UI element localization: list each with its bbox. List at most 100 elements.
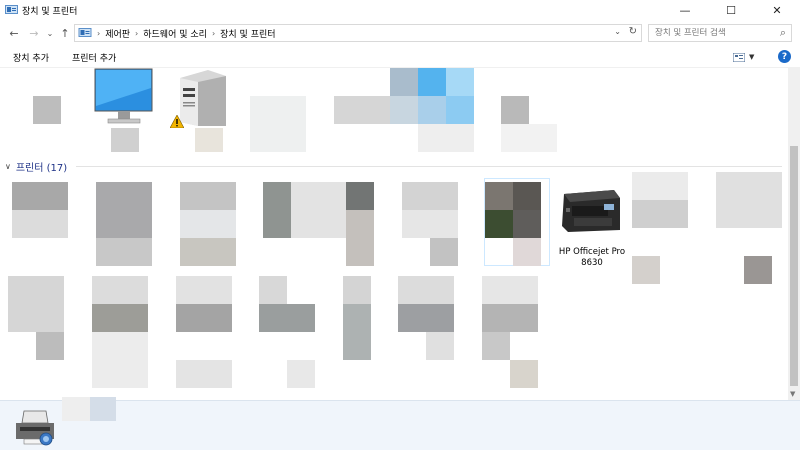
monitor-icon[interactable] (94, 68, 154, 126)
pixelated-device-tile (111, 128, 139, 152)
pixelated-printer-tile (513, 182, 541, 210)
close-button[interactable]: ✕ (754, 0, 800, 20)
address-bar[interactable]: › 제어판 › 하드웨어 및 소리 › 장치 및 프린터 ⌄ ↻ (74, 24, 642, 42)
printer-label[interactable]: HP Officejet Pro 8630 (554, 247, 630, 269)
chevron-down-icon: ∨ (5, 161, 11, 171)
pixelated-printer-tile (510, 360, 538, 388)
pixelated-printer-tile (180, 238, 236, 266)
search-input[interactable] (655, 28, 773, 38)
title-bar: 장치 및 프린터 — ☐ ✕ (0, 0, 800, 20)
pixelated-printer-tile (632, 256, 660, 284)
scrollbar-thumb[interactable] (790, 146, 798, 386)
pixelated-details-tile (90, 397, 116, 421)
breadcrumb-separator-icon: › (211, 28, 216, 38)
pixelated-printer-tile (513, 210, 541, 238)
breadcrumb-separator-icon: › (135, 28, 139, 38)
address-dropdown-icon[interactable]: ⌄ (614, 27, 621, 36)
pixelated-printer-tile (485, 182, 513, 210)
pixelated-printer-tile (485, 210, 513, 238)
devices-view: ∨ 프린터 (17) HP Officejet Pro 8630 (0, 68, 788, 400)
pixelated-printer-tile (291, 182, 347, 238)
search-icon[interactable]: ⌕ (780, 26, 786, 40)
up-arrow-icon: ↑ (60, 26, 70, 40)
pixelated-printer-tile (482, 276, 538, 304)
pixelated-device-tile (33, 96, 61, 124)
pixelated-printer-tile (287, 360, 315, 388)
details-pane (0, 397, 800, 450)
pixelated-printer-tile (259, 304, 315, 332)
pixelated-printer-tile (263, 182, 291, 238)
pixelated-printer-tile (343, 276, 371, 304)
view-options-icon (733, 52, 745, 62)
pixelated-printer-tile (176, 276, 232, 304)
pixelated-device-tile (418, 96, 446, 124)
computer-tower-icon[interactable] (178, 68, 228, 128)
view-options-button[interactable]: ▼ (733, 51, 759, 63)
pixelated-printer-tile (92, 276, 148, 304)
recent-locations-button[interactable]: ⌄ (42, 25, 58, 41)
group-divider (76, 166, 782, 167)
pixelated-printer-tile (430, 238, 458, 266)
pixelated-printer-tile (180, 210, 236, 238)
breadcrumb-devices-printers[interactable]: 장치 및 프린터 (220, 27, 275, 40)
pixelated-details-tile (62, 397, 90, 421)
pixelated-device-tile (390, 96, 418, 124)
maximize-icon: ☐ (726, 3, 736, 17)
forward-button[interactable]: → (26, 25, 42, 41)
search-box[interactable]: ⌕ (648, 24, 792, 42)
pixelated-device-tile (334, 96, 390, 124)
help-icon: ? (781, 51, 788, 62)
control-panel-icon (5, 5, 18, 14)
pixelated-printer-tile (96, 238, 152, 266)
details-printer-icon (16, 410, 54, 446)
breadcrumb-control-panel[interactable]: 제어판 (105, 27, 130, 40)
close-icon: ✕ (772, 3, 782, 17)
pixelated-printer-tile (402, 182, 458, 210)
pixelated-printer-tile (482, 304, 538, 332)
pixelated-device-tile (418, 124, 474, 152)
pixelated-printer-tile (96, 182, 152, 238)
window: 장치 및 프린터 — ☐ ✕ ← → ⌄ ↑ › 제어판 › 하드웨어 및 소리… (0, 0, 800, 450)
refresh-icon[interactable]: ↻ (629, 26, 637, 37)
pixelated-printer-tile (716, 172, 782, 228)
back-button[interactable]: ← (6, 25, 22, 41)
pixelated-printer-tile (36, 332, 64, 360)
pixelated-device-tile (250, 96, 306, 152)
maximize-button[interactable]: ☐ (708, 0, 754, 20)
pixelated-printer-tile (482, 332, 510, 360)
pixelated-device-tile (501, 124, 557, 152)
pixelated-printer-tile (176, 360, 232, 388)
vertical-scrollbar[interactable]: ▼ (788, 68, 800, 400)
breadcrumb-hardware-sound[interactable]: 하드웨어 및 소리 (143, 27, 207, 40)
pixelated-device-tile (501, 96, 529, 124)
pixelated-device-tile (418, 68, 446, 96)
pixelated-printer-tile (8, 276, 64, 332)
pixelated-printer-tile (12, 182, 68, 210)
minimize-button[interactable]: — (662, 0, 708, 20)
up-button[interactable]: ↑ (57, 25, 73, 41)
pixelated-printer-tile (398, 276, 454, 304)
pixelated-printer-tile (513, 238, 541, 266)
pixelated-printer-tile (176, 304, 232, 332)
breadcrumb-separator-icon: › (97, 28, 101, 38)
chevron-down-icon: ⌄ (46, 28, 54, 38)
printer-icon[interactable] (560, 188, 622, 234)
add-device-button[interactable]: 장치 추가 (13, 51, 49, 64)
pixelated-printer-tile (402, 210, 458, 238)
add-printer-button[interactable]: 프린터 추가 (72, 51, 116, 64)
pixelated-printer-tile (343, 304, 371, 360)
pixelated-device-tile (446, 96, 474, 124)
pixelated-printer-tile (346, 210, 374, 266)
warning-icon (170, 115, 184, 128)
help-button[interactable]: ? (778, 50, 791, 63)
navigation-bar: ← → ⌄ ↑ › 제어판 › 하드웨어 및 소리 › 장치 및 프린터 ⌄ ↻… (0, 22, 800, 44)
pixelated-printer-tile (744, 256, 772, 284)
forward-arrow-icon: → (29, 26, 39, 40)
printer-name-line1: HP Officejet Pro (558, 247, 626, 257)
printers-group-header[interactable]: ∨ 프린터 (17) (5, 160, 67, 174)
pixelated-device-tile (390, 68, 418, 96)
pixelated-device-tile (446, 68, 474, 96)
pixelated-printer-tile (259, 276, 287, 304)
scroll-down-icon[interactable]: ▼ (790, 390, 795, 398)
pixelated-printer-tile (398, 304, 454, 332)
